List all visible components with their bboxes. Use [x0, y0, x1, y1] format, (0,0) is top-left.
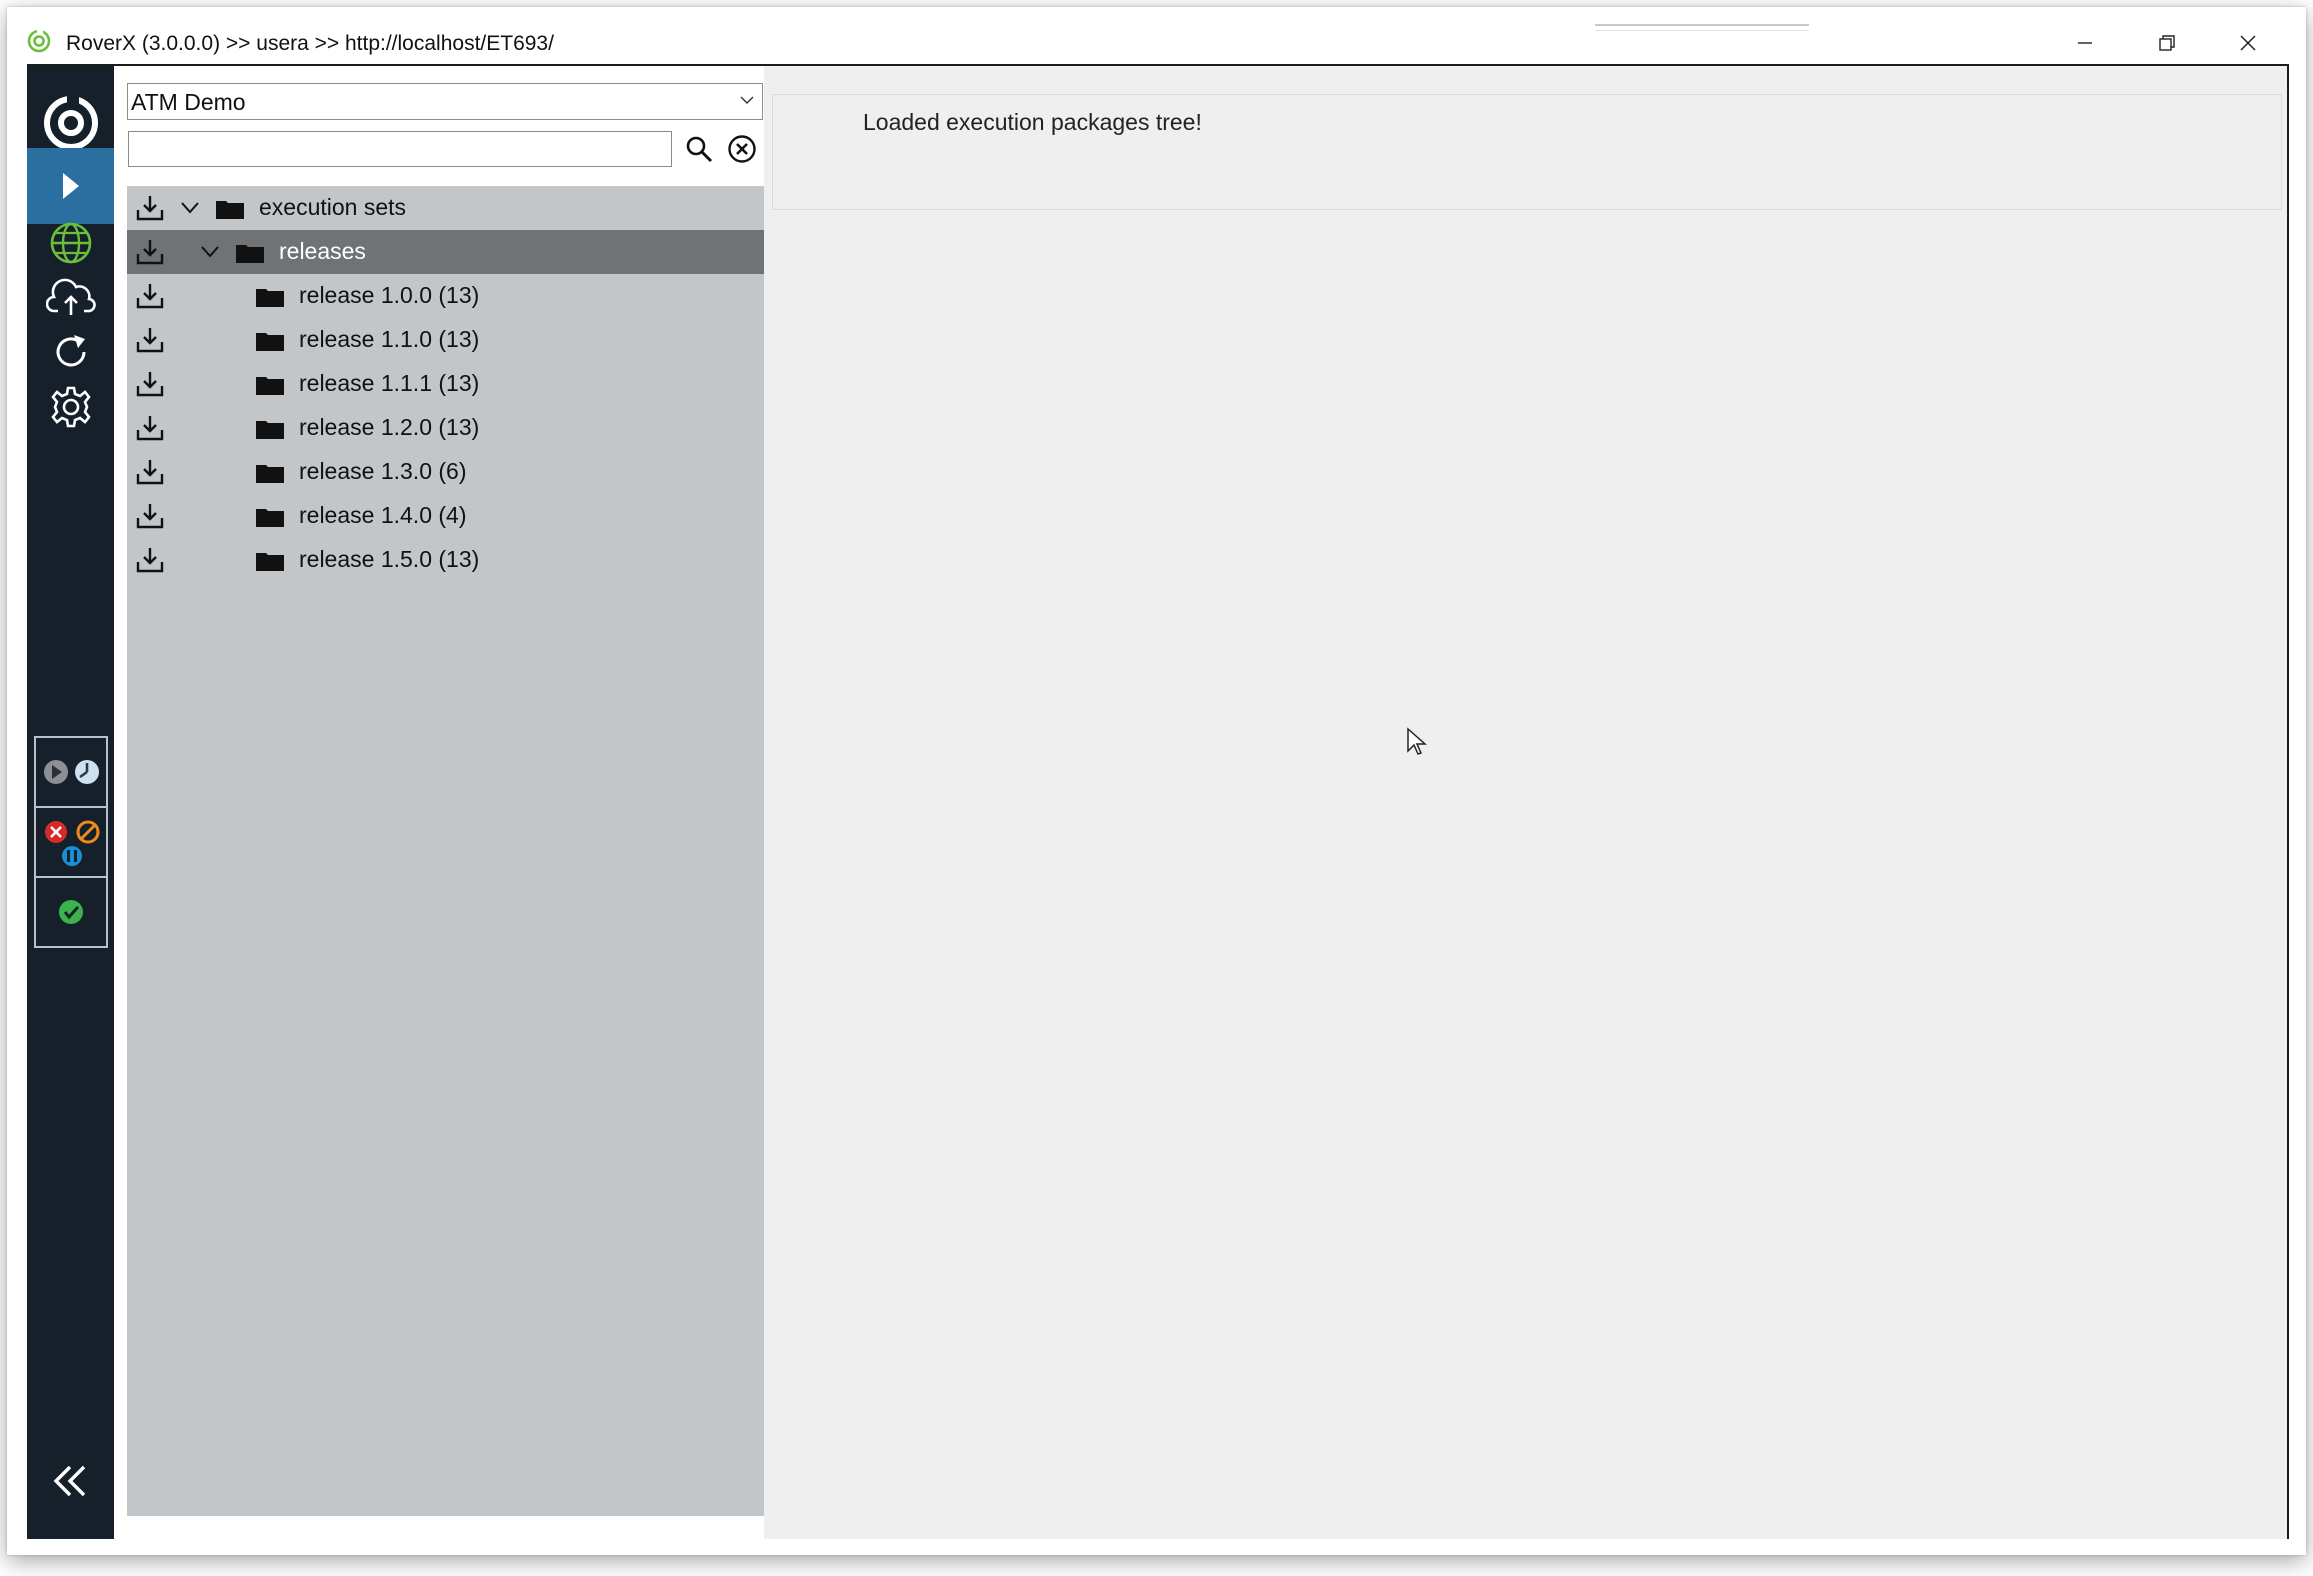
- download-icon[interactable]: [135, 414, 165, 442]
- play-icon: [62, 173, 79, 199]
- tree-node-label: release 1.4.0 (4): [299, 502, 467, 528]
- tree-node-release[interactable]: release 1.5.0 (13): [127, 538, 767, 582]
- folder-icon: [216, 201, 244, 219]
- close-icon: [2240, 35, 2256, 51]
- tree-node-label: release 1.1.0 (13): [299, 326, 480, 352]
- cloud-upload-icon: [45, 278, 96, 315]
- close-button[interactable]: [2218, 25, 2278, 61]
- search-button[interactable]: [682, 132, 716, 166]
- folder-icon: [236, 245, 264, 263]
- download-icon[interactable]: [135, 502, 165, 530]
- clear-search-button[interactable]: [725, 132, 759, 166]
- folder-icon: [256, 377, 284, 395]
- folder-icon: [256, 333, 284, 351]
- title-scroll-indicator: [1595, 24, 1809, 31]
- status-passed[interactable]: [36, 878, 106, 948]
- tree-node-label: release 1.3.0 (6): [299, 458, 467, 484]
- window-title: RoverX (3.0.0.0) >> usera >> http://loca…: [66, 32, 554, 55]
- project-dropdown-value: ATM Demo: [131, 89, 246, 115]
- double-chevron-left-icon: [53, 1465, 86, 1497]
- tree-node-label: releases: [279, 238, 366, 264]
- restore-icon: [2159, 35, 2175, 51]
- failed-blocked-paused-icon: [45, 820, 100, 866]
- execution-tree-panel: ATM Demo execution sets releases release…: [114, 66, 767, 1539]
- title-bar[interactable]: RoverX (3.0.0.0) >> usera >> http://loca…: [7, 7, 2306, 65]
- folder-icon: [256, 509, 284, 527]
- collapse-sidebar-button[interactable]: [45, 1456, 95, 1506]
- app-logo-icon: [44, 93, 98, 150]
- status-pending-running[interactable]: [36, 738, 106, 808]
- pending-running-icon: [44, 760, 99, 784]
- folder-icon: [256, 421, 284, 439]
- gear-icon: [50, 386, 91, 428]
- download-icon[interactable]: [135, 282, 165, 310]
- tree-node-execution-sets[interactable]: execution sets: [127, 186, 767, 230]
- clear-circle-icon: [728, 135, 756, 163]
- window-right-border: [2287, 65, 2289, 1539]
- tree-node-label: release 1.0.0 (13): [299, 282, 480, 308]
- minimize-icon: [2078, 42, 2092, 44]
- tree-node-release[interactable]: release 1.3.0 (6): [127, 450, 767, 494]
- refresh-icon: [56, 335, 85, 367]
- execution-packages-tree: execution sets releases release 1.0.0 (1…: [127, 186, 767, 1516]
- tree-node-release[interactable]: release 1.4.0 (4): [127, 494, 767, 538]
- tree-node-release[interactable]: release 1.0.0 (13): [127, 274, 767, 318]
- tree-node-release[interactable]: release 1.2.0 (13): [127, 406, 767, 450]
- download-icon[interactable]: [135, 546, 165, 574]
- status-failed-blocked-paused[interactable]: [36, 808, 106, 878]
- download-icon[interactable]: [135, 458, 165, 486]
- project-dropdown[interactable]: ATM Demo: [127, 83, 763, 120]
- restore-button[interactable]: [2137, 25, 2197, 61]
- tree-node-label: execution sets: [259, 194, 407, 220]
- icon-sidebar: [27, 66, 114, 1539]
- minimize-button[interactable]: [2055, 25, 2115, 61]
- chevron-down-icon: [740, 96, 754, 104]
- window-bottom-strip: [27, 1539, 2289, 1555]
- download-icon[interactable]: [135, 194, 165, 222]
- tree-node-label: release 1.2.0 (13): [299, 414, 480, 440]
- chevron-down-icon[interactable]: [179, 199, 201, 217]
- main-content-pane: Loaded execution packages tree!: [764, 66, 2287, 1539]
- chevron-down-icon[interactable]: [199, 243, 221, 261]
- app-window: RoverX (3.0.0.0) >> usera >> http://loca…: [7, 7, 2306, 1555]
- search-icon: [686, 136, 713, 163]
- tree-node-label: release 1.5.0 (13): [299, 546, 480, 572]
- sidebar-item-settings[interactable]: [27, 369, 114, 445]
- tree-node-release[interactable]: release 1.1.1 (13): [127, 362, 767, 406]
- download-icon[interactable]: [135, 326, 165, 354]
- folder-icon: [256, 465, 284, 483]
- tree-search-input[interactable]: [128, 131, 672, 167]
- status-message-panel: Loaded execution packages tree!: [772, 94, 2282, 210]
- status-filter-panel: [34, 736, 108, 948]
- folder-icon: [256, 289, 284, 307]
- status-message: Loaded execution packages tree!: [863, 109, 1202, 135]
- download-icon[interactable]: [135, 370, 165, 398]
- download-icon[interactable]: [135, 238, 165, 266]
- mouse-cursor-icon: [1407, 727, 1427, 755]
- tree-node-release[interactable]: release 1.1.0 (13): [127, 318, 767, 362]
- tree-node-releases[interactable]: releases: [127, 230, 767, 274]
- tree-node-label: release 1.1.1 (13): [299, 370, 480, 396]
- check-circle-icon: [59, 900, 83, 924]
- folder-icon: [256, 553, 284, 571]
- roverx-logo-icon: [27, 29, 51, 53]
